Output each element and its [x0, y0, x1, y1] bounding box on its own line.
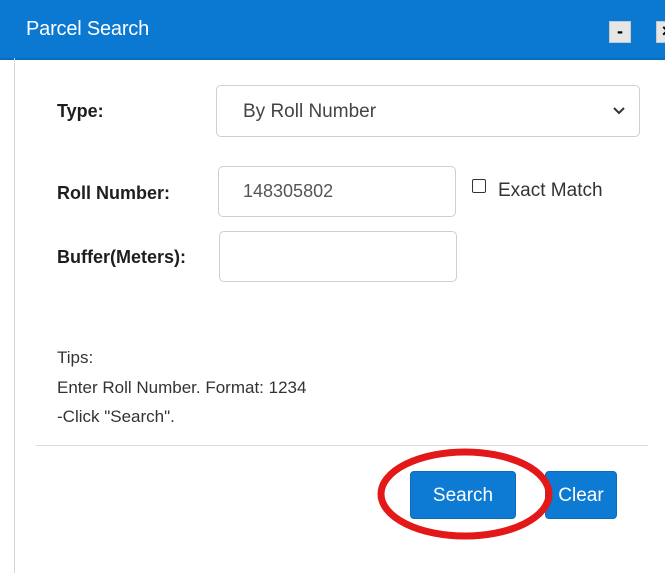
exact-match-checkbox[interactable]	[472, 179, 486, 193]
tips-line-2: -Click "Search".	[57, 407, 175, 426]
type-select[interactable]: By Roll Number	[216, 85, 640, 137]
buffer-label: Buffer(Meters):	[57, 247, 187, 267]
window-title: Parcel Search	[26, 18, 150, 40]
search-button[interactable]: Search	[410, 471, 516, 519]
tips-line-1: Enter Roll Number. Format: 1234	[57, 378, 307, 397]
roll-number-input[interactable]: 148305802	[218, 166, 456, 217]
minimize-button[interactable]: -	[609, 21, 631, 43]
type-select-value: By Roll Number	[243, 101, 377, 122]
exact-match-label[interactable]: Exact Match	[498, 180, 603, 202]
close-button[interactable]: ×	[656, 21, 665, 43]
divider	[36, 445, 648, 446]
buffer-input[interactable]	[219, 231, 457, 282]
window-titlebar: Parcel Search - ×	[0, 0, 665, 60]
roll-number-value: 148305802	[243, 181, 334, 201]
tips-heading: Tips:	[57, 348, 94, 367]
chevron-down-icon	[613, 107, 625, 115]
roll-number-label: Roll Number:	[57, 183, 171, 203]
type-label: Type:	[57, 101, 104, 121]
clear-button[interactable]: Clear	[545, 471, 617, 519]
